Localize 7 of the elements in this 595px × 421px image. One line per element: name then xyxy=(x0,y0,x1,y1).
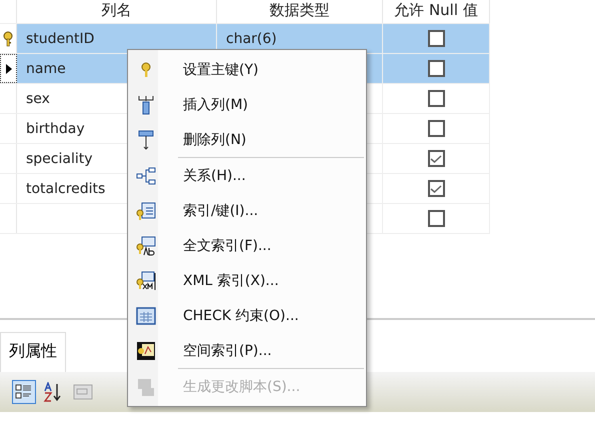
column-name: totalcredits xyxy=(26,180,106,196)
column-name: speciality xyxy=(26,150,93,166)
column-name: studentID xyxy=(26,30,94,46)
column-name: sex xyxy=(26,90,50,106)
column-name: birthday xyxy=(26,120,85,136)
data-type: char(6) xyxy=(226,30,277,46)
column-name: name xyxy=(26,60,66,76)
